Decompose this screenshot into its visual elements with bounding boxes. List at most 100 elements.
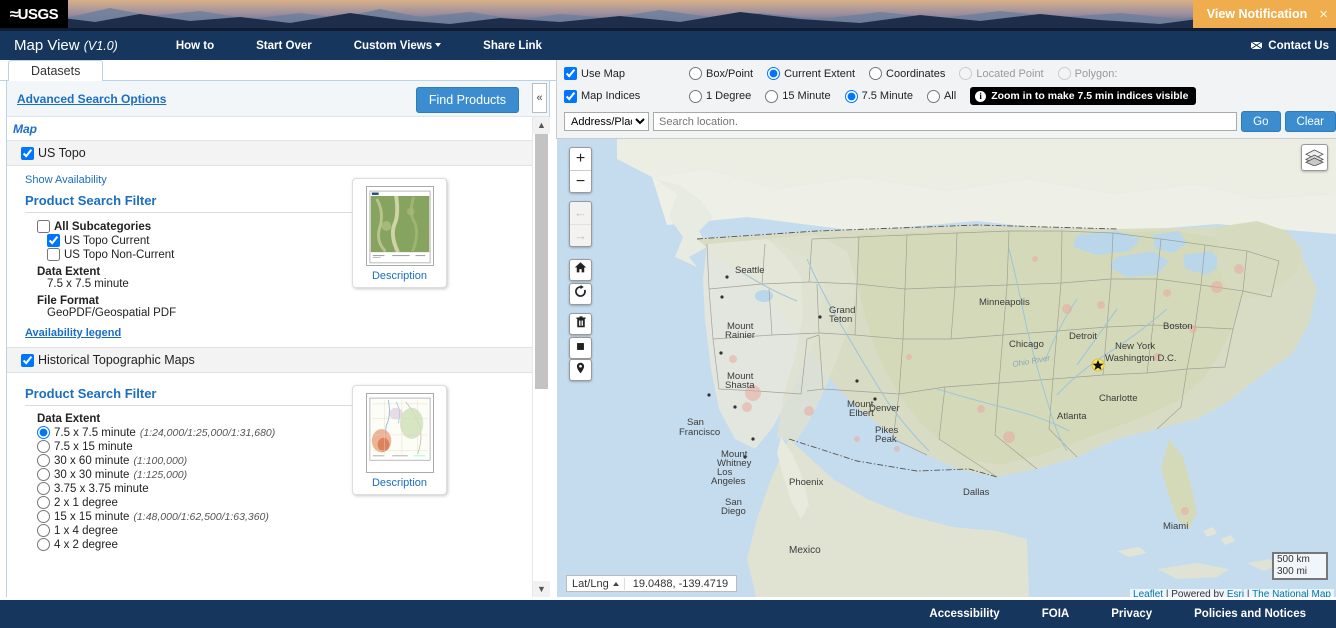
clear-selection-button[interactable] bbox=[569, 313, 592, 335]
radio-current-extent[interactable] bbox=[767, 67, 781, 80]
svg-text:New York: New York bbox=[1115, 341, 1155, 352]
index-mode-7-5-minute[interactable]: 7.5 Minute bbox=[844, 89, 913, 103]
radio-extent-30x30[interactable] bbox=[37, 468, 50, 481]
view-notification-banner[interactable]: View Notification × bbox=[1192, 0, 1336, 28]
dataset-header-historical-topo[interactable]: Historical Topographic Maps bbox=[7, 347, 549, 373]
clear-button[interactable]: Clear bbox=[1284, 111, 1336, 132]
panel-scrollbar[interactable]: ▲ ▼ bbox=[532, 117, 550, 598]
extent-option-30x60[interactable]: 30 x 60 minute (1:100,000) bbox=[37, 454, 549, 467]
pan-forward-button[interactable]: → bbox=[570, 225, 591, 248]
footer-link-accessibility[interactable]: Accessibility bbox=[929, 608, 999, 620]
availability-legend-link[interactable]: Availability legend bbox=[25, 327, 121, 339]
scrollbar-thumb[interactable] bbox=[535, 134, 548, 389]
footer-link-privacy[interactable]: Privacy bbox=[1111, 608, 1152, 620]
home-extent-button[interactable] bbox=[569, 259, 592, 281]
thumbnail-description-link-historical[interactable]: Description bbox=[372, 477, 427, 489]
zoom-out-button[interactable]: − bbox=[570, 171, 591, 194]
latlng-readout[interactable]: Lat/Lng 19.0488, -139.4719 bbox=[566, 575, 738, 592]
nav-custom-views[interactable]: Custom Views bbox=[354, 40, 442, 52]
index-mode-1-degree[interactable]: 1 Degree bbox=[689, 89, 751, 103]
tab-datasets[interactable]: Datasets bbox=[8, 60, 104, 82]
radio-all[interactable] bbox=[926, 89, 940, 103]
footer-link-foia[interactable]: FOIA bbox=[1042, 608, 1069, 620]
zoom-controls[interactable]: + − bbox=[569, 147, 592, 193]
checkbox-all-subcategories[interactable] bbox=[37, 220, 50, 233]
svg-text:Atlanta: Atlanta bbox=[1057, 411, 1087, 422]
svg-text:Shasta: Shasta bbox=[725, 380, 755, 391]
map-area: Use Map Box/Point Current Extent Coordin… bbox=[556, 60, 1336, 600]
close-icon[interactable]: × bbox=[1319, 7, 1328, 22]
draw-box-button[interactable] bbox=[569, 337, 592, 359]
radio-extent-30x60[interactable] bbox=[37, 454, 50, 467]
thumbnail-card-historical-topo[interactable]: Description bbox=[352, 385, 447, 495]
advanced-search-options-link[interactable]: Advanced Search Options bbox=[17, 92, 166, 106]
svg-text:Minneapolis: Minneapolis bbox=[979, 297, 1030, 308]
extent-option-15x15[interactable]: 15 x 15 minute (1:48,000/1:62,500/1:63,3… bbox=[37, 510, 549, 523]
chevron-down-icon bbox=[435, 43, 442, 48]
checkbox-us-topo-current[interactable] bbox=[47, 234, 60, 247]
search-type-select[interactable]: Address/Place bbox=[564, 112, 649, 131]
scroll-down-arrow[interactable]: ▼ bbox=[533, 581, 550, 598]
find-products-button[interactable]: Find Products bbox=[415, 87, 519, 113]
pan-back-button[interactable]: ← bbox=[570, 202, 591, 225]
latlng-toggle[interactable]: Lat/Lng bbox=[567, 577, 625, 590]
radio-coordinates[interactable] bbox=[869, 67, 883, 80]
pan-history-controls[interactable]: ← → bbox=[569, 201, 592, 247]
svg-text:Diego: Diego bbox=[721, 506, 746, 517]
extent-mode-coordinates[interactable]: Coordinates bbox=[869, 67, 945, 80]
contact-us-link[interactable]: Contact Us bbox=[1250, 31, 1329, 60]
radio-extent-1x4-degree[interactable] bbox=[37, 524, 50, 537]
refresh-map-button[interactable] bbox=[569, 283, 592, 305]
use-map-checkbox-label[interactable]: Use Map bbox=[557, 67, 689, 80]
dataset-checkbox-us-topo[interactable] bbox=[21, 146, 34, 160]
show-availability-link[interactable]: Show Availability bbox=[25, 174, 107, 186]
extent-option-3-75x3-75[interactable]: 3.75 x 3.75 minute bbox=[37, 482, 549, 495]
zoom-in-button[interactable]: + bbox=[570, 148, 591, 171]
radio-extent-7-5x7-5[interactable] bbox=[37, 426, 50, 439]
extent-option-7-5x7-5[interactable]: 7.5 x 7.5 minute (1:24,000/1:25,000/1:31… bbox=[37, 426, 549, 439]
extent-mode-current-extent[interactable]: Current Extent bbox=[767, 67, 855, 80]
dataset-checkbox-historical-topo[interactable] bbox=[21, 353, 34, 367]
extent-option-7-5x15[interactable]: 7.5 x 15 minute bbox=[37, 440, 549, 453]
thumbnail-card-us-topo[interactable]: Description bbox=[352, 178, 447, 288]
map-indices-checkbox-label[interactable]: Map Indices bbox=[557, 89, 689, 103]
radio-extent-4x2-degree[interactable] bbox=[37, 538, 50, 551]
index-mode-all[interactable]: All bbox=[926, 89, 956, 103]
drop-point-button[interactable] bbox=[569, 359, 592, 381]
option-us-topo-current[interactable]: US Topo Current bbox=[47, 234, 549, 247]
extent-option-4x2-degree[interactable]: 4 x 2 degree bbox=[37, 538, 549, 551]
radio-extent-2x1-degree[interactable] bbox=[37, 496, 50, 509]
extent-mode-box-point[interactable]: Box/Point bbox=[689, 67, 753, 80]
radio-extent-15x15[interactable] bbox=[37, 510, 50, 523]
extent-option-30x30[interactable]: 30 x 30 minute (1:125,000) bbox=[37, 468, 549, 481]
checkbox-us-topo-non-current[interactable] bbox=[47, 248, 60, 261]
option-all-subcategories[interactable]: All Subcategories bbox=[37, 220, 549, 233]
radio-1-degree[interactable] bbox=[689, 89, 702, 103]
search-input[interactable] bbox=[653, 112, 1238, 131]
extent-option-1x4-degree[interactable]: 1 x 4 degree bbox=[37, 524, 549, 537]
dataset-header-us-topo[interactable]: US Topo bbox=[7, 140, 549, 166]
nav-start-over[interactable]: Start Over bbox=[256, 40, 312, 52]
map-indices-checkbox[interactable] bbox=[564, 89, 577, 103]
collapse-panel-button[interactable]: « bbox=[532, 83, 547, 113]
layers-button[interactable] bbox=[1301, 144, 1328, 171]
radio-extent-3-75x3-75[interactable] bbox=[37, 482, 50, 495]
index-mode-15-minute[interactable]: 15 Minute bbox=[765, 89, 831, 103]
go-button[interactable]: Go bbox=[1241, 111, 1281, 132]
radio-box-point[interactable] bbox=[689, 67, 702, 80]
map-canvas[interactable]: Seattle Mount Rainier Grand Teton Mount Sha… bbox=[557, 139, 1336, 600]
nav-how-to[interactable]: How to bbox=[176, 40, 214, 52]
usgs-logo[interactable]: ≈ USGS bbox=[0, 0, 68, 28]
radio-15-minute[interactable] bbox=[765, 89, 779, 103]
option-us-topo-non-current[interactable]: US Topo Non-Current bbox=[47, 248, 549, 261]
zoom-hint-text: Zoom in to make 7.5 min indices visible bbox=[991, 90, 1189, 102]
nav-share-link[interactable]: Share Link bbox=[483, 40, 542, 52]
extent-option-2x1-degree[interactable]: 2 x 1 degree bbox=[37, 496, 549, 509]
svg-text:Chicago: Chicago bbox=[1009, 339, 1044, 350]
footer-link-policies[interactable]: Policies and Notices bbox=[1194, 608, 1306, 620]
radio-extent-7-5x15[interactable] bbox=[37, 440, 50, 453]
thumbnail-description-link-us-topo[interactable]: Description bbox=[372, 270, 427, 282]
scroll-up-arrow[interactable]: ▲ bbox=[533, 117, 550, 134]
radio-7-5-minute[interactable] bbox=[844, 89, 858, 103]
use-map-checkbox[interactable] bbox=[564, 67, 577, 80]
